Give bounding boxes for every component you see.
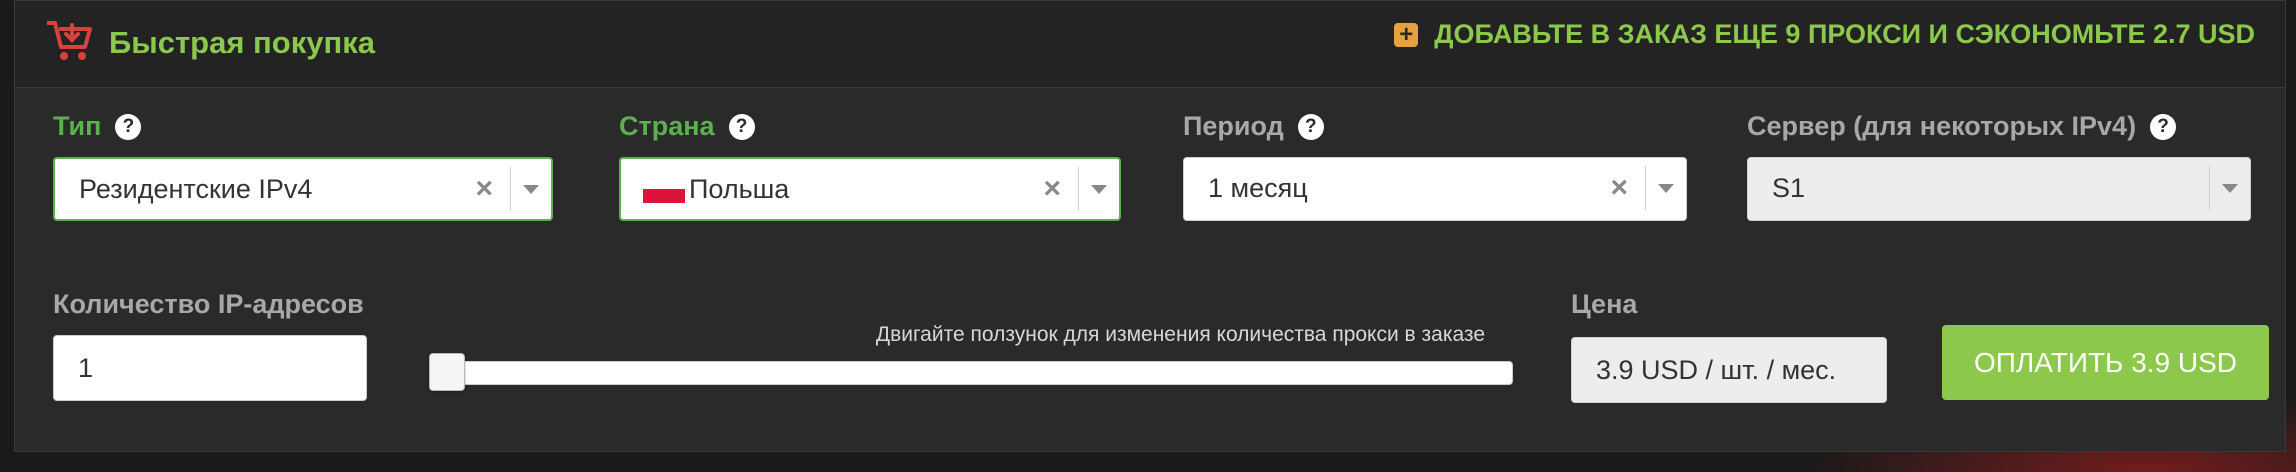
quick-purchase-panel: Быстрая покупка + ДОБАВЬТЕ В ЗАКАЗ ЕЩЕ 9… — [14, 0, 2286, 452]
type-select[interactable]: Резидентские IPv4 × — [53, 157, 553, 221]
promo-banner[interactable]: + ДОБАВЬТЕ В ЗАКАЗ ЕЩЕ 9 ПРОКСИ И СЭКОНО… — [1394, 19, 2255, 50]
quantity-label: Количество IP-адресов — [53, 289, 364, 319]
poland-flag-icon — [643, 174, 685, 203]
panel-title: Быстрая покупка — [109, 25, 375, 60]
promo-text: ДОБАВЬТЕ В ЗАКАЗ ЕЩЕ 9 ПРОКСИ И СЭКОНОМЬ… — [1434, 19, 2255, 49]
shopping-cart-icon — [47, 21, 92, 60]
server-label: Сервер (для некоторых IPv4) ? — [1747, 111, 2177, 142]
help-icon[interactable]: ? — [728, 113, 755, 140]
select-separator — [1078, 167, 1079, 211]
country-select-value-wrap: Польша — [643, 159, 789, 219]
price-field: 3.9 USD / шт. / мес. — [1571, 337, 1887, 403]
quantity-slider-handle[interactable] — [429, 353, 465, 391]
select-separator — [2209, 166, 2210, 210]
pay-button[interactable]: ОПЛАТИТЬ 3.9 USD — [1942, 325, 2269, 400]
period-label: Период ? — [1183, 111, 1324, 142]
chevron-down-icon[interactable] — [523, 185, 539, 194]
price-value: 3.9 USD / шт. / мес. — [1596, 355, 1837, 385]
server-select[interactable]: S1 — [1747, 157, 2251, 221]
clear-icon[interactable]: × — [475, 159, 493, 219]
select-separator — [510, 167, 511, 211]
period-select[interactable]: 1 месяц × — [1183, 157, 1687, 221]
country-select[interactable]: Польша × — [619, 157, 1121, 221]
quantity-value: 1 — [78, 353, 94, 383]
country-label: Страна ? — [619, 111, 755, 142]
chevron-down-icon[interactable] — [1091, 185, 1107, 194]
server-label-text: Сервер (для некоторых IPv4) — [1747, 111, 2137, 141]
country-select-value: Польша — [689, 174, 790, 204]
chevron-down-icon[interactable] — [1658, 184, 1674, 193]
help-icon[interactable]: ? — [1297, 113, 1324, 140]
period-select-value: 1 месяц — [1208, 173, 1308, 203]
period-label-text: Период — [1183, 111, 1284, 141]
help-icon[interactable]: ? — [115, 113, 142, 140]
type-label: Тип ? — [53, 111, 142, 142]
clear-icon[interactable]: × — [1043, 159, 1061, 219]
server-select-value: S1 — [1772, 173, 1806, 203]
help-icon[interactable]: ? — [2150, 113, 2177, 140]
type-label-text: Тип — [53, 111, 102, 141]
select-separator — [1645, 166, 1646, 210]
chevron-down-icon[interactable] — [2222, 184, 2238, 193]
country-label-text: Страна — [619, 111, 715, 141]
price-label: Цена — [1571, 289, 1638, 319]
quantity-slider-track[interactable] — [429, 361, 1513, 385]
clear-icon[interactable]: × — [1610, 158, 1628, 218]
plus-square-icon: + — [1394, 22, 1419, 47]
slider-hint: Двигайте ползунок для изменения количест… — [875, 323, 1485, 346]
quantity-input[interactable]: 1 — [53, 335, 367, 401]
panel-header: Быстрая покупка + ДОБАВЬТЕ В ЗАКАЗ ЕЩЕ 9… — [15, 1, 2285, 88]
type-select-value: Резидентские IPv4 — [79, 174, 313, 204]
